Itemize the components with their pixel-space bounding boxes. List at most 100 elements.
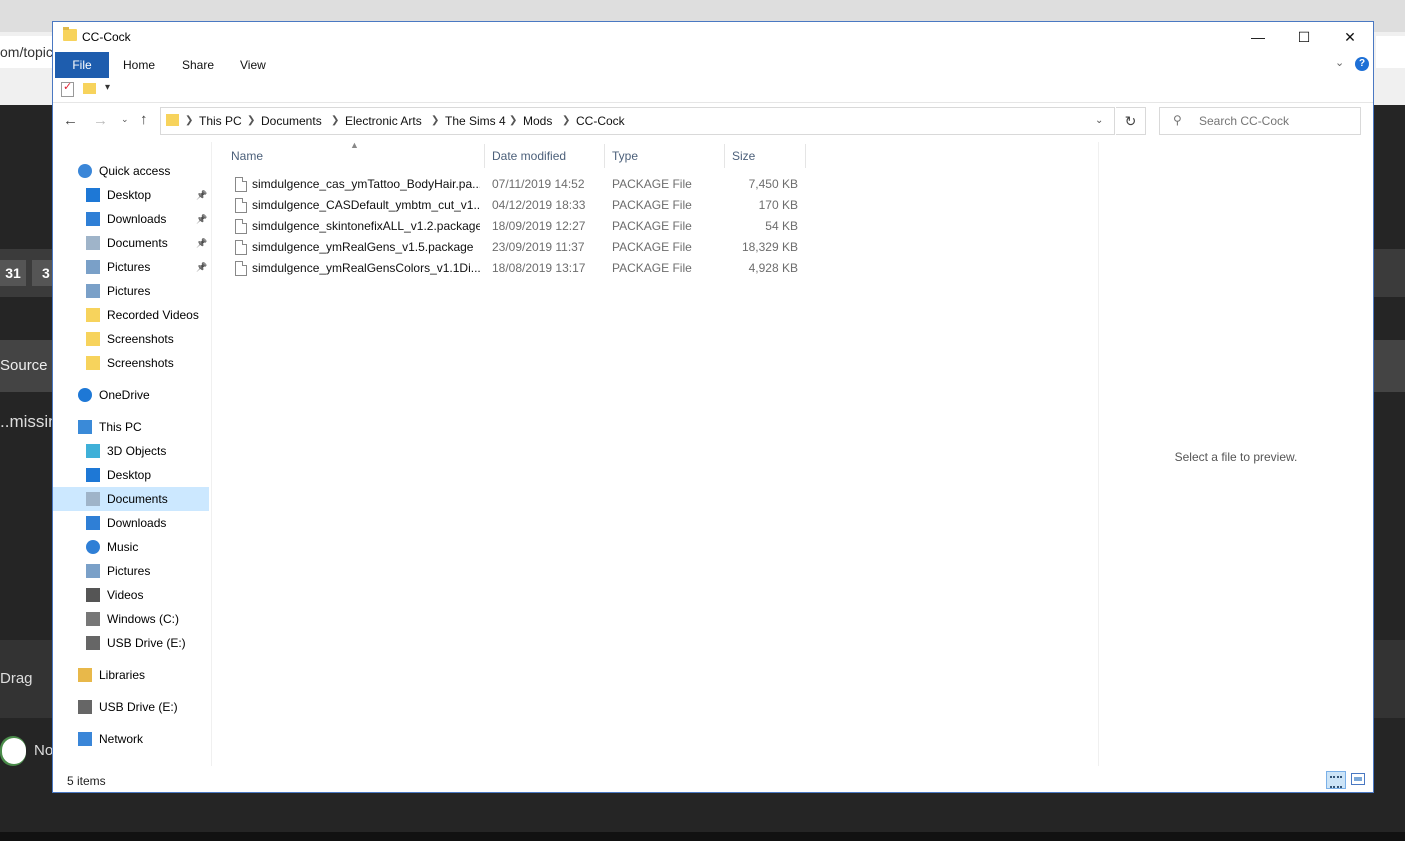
file-size: 7,450 KB [748,177,798,191]
file-icon [235,198,247,213]
sidebar-item-pictures[interactable]: Pictures [53,559,209,583]
breadcrumb-separator-icon[interactable]: ❯ [562,115,570,126]
details-view-icon[interactable] [1326,771,1346,789]
window-title: CC-Cock [82,30,131,44]
sidebar-item-desktop[interactable]: Desktop 📌 [53,183,209,207]
file-row[interactable]: simdulgence_ymRealGensColors_v1.1Di... 18… [227,258,807,279]
breadcrumb-separator-icon[interactable]: ❯ [247,115,255,126]
sidebar-item-pictures[interactable]: Pictures [53,279,209,303]
file-row[interactable]: simdulgence_ymRealGens_v1.5.package 23/09… [227,237,807,258]
column-header-type[interactable]: Type [612,144,638,168]
sidebar-item-screenshots[interactable]: Screenshots [53,327,209,351]
address-history-chevron-icon[interactable]: ⌄ [1095,115,1103,126]
usb-drive-icon [78,700,92,714]
sidebar-item-recorded-videos[interactable]: Recorded Videos [53,303,209,327]
drag-label: Drag [0,640,55,718]
sidebar-item-label: Pictures [107,564,151,578]
up-button[interactable]: ↑ [140,111,148,128]
sidebar-item-label: Documents [107,492,168,506]
column-divider[interactable] [805,144,806,168]
sidebar-item-windows-c[interactable]: Windows (C:) [53,607,209,631]
tab-home[interactable]: Home [123,52,155,78]
breadcrumb-separator-icon[interactable]: ❯ [331,115,339,126]
new-folder-icon[interactable] [83,83,96,94]
music-icon [86,540,100,554]
minimize-button[interactable]: — [1235,22,1281,52]
large-icons-view-icon[interactable] [1351,773,1365,785]
sidebar-item-quick-access[interactable]: Quick access [53,159,209,183]
file-name: simdulgence_CASDefault_ymbtm_cut_v1... [252,198,480,212]
sidebar-item-network[interactable]: Network [53,727,209,751]
computer-icon [78,420,92,434]
sidebar-item-music[interactable]: Music [53,535,209,559]
ribbon-expand-chevron-icon[interactable]: ⌄ [1335,56,1344,69]
close-button[interactable]: ✕ [1327,22,1373,52]
column-header-name[interactable]: Name [231,144,263,168]
sidebar-item-label: Screenshots [107,356,174,370]
toggle-knob [2,738,26,764]
file-row[interactable]: simdulgence_CASDefault_ymbtm_cut_v1... 04… [227,195,807,216]
breadcrumb-electronic-arts[interactable]: Electronic Arts [345,114,422,128]
pin-icon[interactable]: 📌 [196,183,207,207]
sidebar-item-this-pc[interactable]: This PC [53,415,209,439]
browser-url-fragment[interactable]: om/topic/ [0,36,60,68]
column-header-date-modified[interactable]: Date modified [492,144,566,168]
tab-view[interactable]: View [240,52,266,78]
source-label: Source [0,340,55,392]
help-icon[interactable]: ? [1355,57,1369,71]
recent-locations-chevron-icon[interactable]: ⌄ [121,114,129,125]
tab-file[interactable]: File [55,52,109,78]
sidebar-item-usb-drive-e[interactable]: USB Drive (E:) [53,695,209,719]
sidebar-item-usb-drive-e[interactable]: USB Drive (E:) [53,631,209,655]
breadcrumb-cc-cock[interactable]: CC-Cock [576,114,625,128]
file-row[interactable]: simdulgence_skintonefixALL_v1.2.package 1… [227,216,807,237]
refresh-button[interactable]: ↻ [1116,107,1146,135]
breadcrumb-the-sims-4[interactable]: The Sims 4 [445,114,506,128]
pictures-icon [86,564,100,578]
sidebar-item-pictures[interactable]: Pictures 📌 [53,255,209,279]
sidebar-item-videos[interactable]: Videos [53,583,209,607]
pin-icon[interactable]: 📌 [196,207,207,231]
pin-icon[interactable]: 📌 [196,231,207,255]
breadcrumb-mods[interactable]: Mods [523,114,552,128]
sidebar-item-libraries[interactable]: Libraries [53,663,209,687]
breadcrumb-documents[interactable]: Documents [261,114,322,128]
maximize-button[interactable]: ☐ [1281,22,1327,52]
breadcrumb-separator-icon[interactable]: ❯ [431,115,439,126]
sidebar-item-documents[interactable]: Documents [53,487,209,511]
column-divider[interactable] [604,144,605,168]
column-header-size[interactable]: Size [732,144,755,168]
breadcrumb-this-pc[interactable]: This PC [199,114,242,128]
customize-toolbar-dropdown-icon[interactable]: ▾ [105,82,110,93]
column-divider[interactable] [724,144,725,168]
title-bar[interactable] [53,22,1373,52]
properties-icon[interactable] [61,80,74,97]
sidebar-item-label: Libraries [99,668,146,682]
breadcrumb-separator-icon[interactable]: ❯ [509,115,517,126]
pane-divider[interactable] [211,142,212,766]
sidebar-item-documents[interactable]: Documents 📌 [53,231,209,255]
sidebar-item-label: USB Drive (E:) [99,700,178,714]
sidebar-item-label: Videos [107,588,144,602]
cube-icon [86,444,100,458]
file-row[interactable]: simdulgence_cas_ymTattoo_BodyHair.pa... 0… [227,174,807,195]
sidebar-item-desktop[interactable]: Desktop [53,463,209,487]
sidebar-item-downloads[interactable]: Downloads 📌 [53,207,209,231]
back-button[interactable]: ← [63,112,78,129]
page-number-badge[interactable]: 31 [0,260,26,286]
search-input[interactable] [1199,114,1349,128]
forward-button[interactable]: → [93,112,108,129]
sidebar-item-downloads[interactable]: Downloads [53,511,209,535]
item-count: 5 items [67,774,106,788]
sidebar-item-3d-objects[interactable]: 3D Objects [53,439,209,463]
file-name: simdulgence_cas_ymTattoo_BodyHair.pa... [252,177,480,191]
status-bar [53,770,1373,792]
sidebar-item-onedrive[interactable]: OneDrive [53,383,209,407]
sidebar-item-screenshots[interactable]: Screenshots [53,351,209,375]
breadcrumb-separator-icon[interactable]: ❯ [185,115,193,126]
pin-icon[interactable]: 📌 [196,255,207,279]
star-icon [78,164,92,178]
tab-share[interactable]: Share [182,52,214,78]
column-divider[interactable] [484,144,485,168]
libraries-icon [78,668,92,682]
